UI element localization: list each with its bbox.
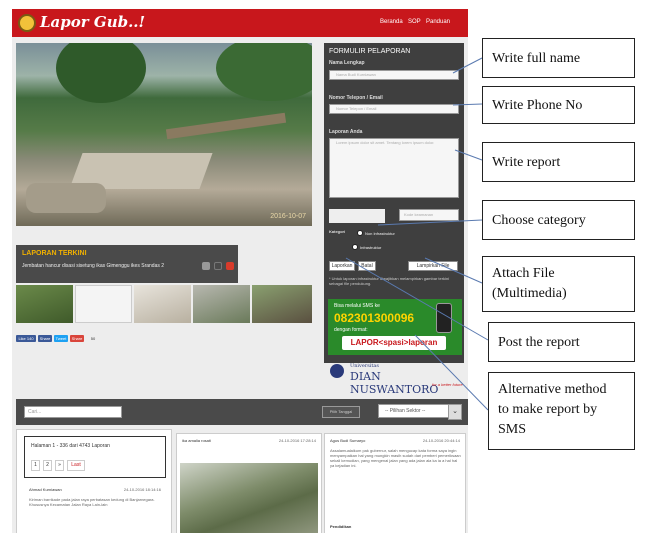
annotation-phone: Write Phone No [482, 86, 635, 124]
annotation-full-name: Write full name [482, 38, 635, 78]
annotation-report: Write report [482, 142, 635, 182]
figure: Lapor Gub..! Beranda SOP Panduan 2016-10… [0, 0, 649, 533]
annotation-sms: Alternative method to make report by SMS [488, 372, 635, 450]
annotation-attach-file: Attach File (Multimedia) [482, 256, 635, 312]
annotation-post: Post the report [488, 322, 635, 362]
annotation-category: Choose category [482, 200, 635, 240]
